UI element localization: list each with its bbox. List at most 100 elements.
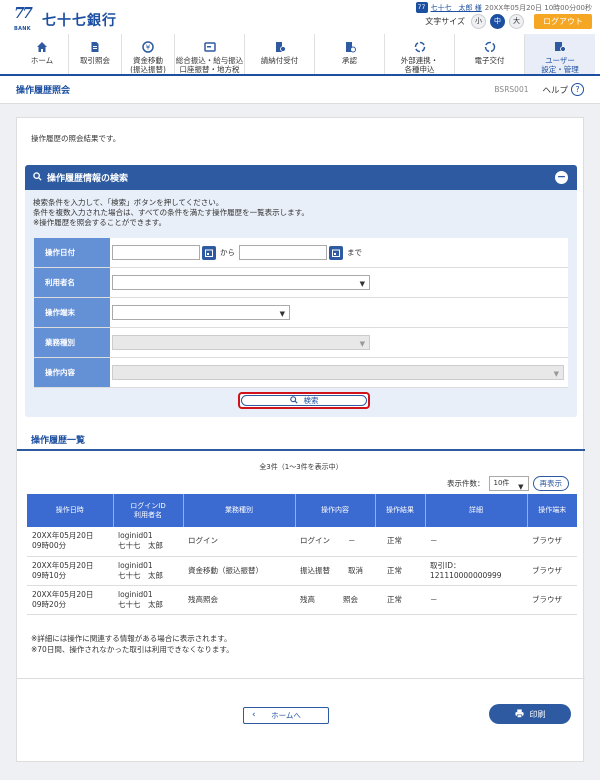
nav-e-delivery[interactable]: 電子交付	[455, 34, 525, 74]
to-label: まで	[347, 248, 362, 257]
logout-button[interactable]: ログアウト	[534, 14, 592, 29]
terminal-label: 操作端末	[34, 298, 110, 327]
font-size-controls: 文字サイズ 小 中 大 ログアウト	[425, 14, 592, 29]
bank-small-icon: 77	[415, 2, 428, 13]
table-row: 20XX年05月20日 09時00分 loginid01 七十七 太郎 ログイン ロ…	[27, 527, 577, 557]
search-form: 操作日付 から まで 利用者名 ▼ 操作端末 ▼ 業務種別 ▼ 操作内容 ▼	[34, 238, 568, 388]
nav-external-link[interactable]: 外部連携・ 各種申込	[385, 34, 455, 74]
dropdown-arrow-icon: ▼	[553, 370, 559, 378]
user-info: 77 七十七 太郎 様 20XX年05月20日 10時00分00秒	[415, 2, 592, 13]
page-title: 操作履歴照会	[16, 86, 71, 96]
svg-text:¥: ¥	[146, 43, 151, 51]
col-detail: 詳細	[425, 494, 528, 527]
table-row: 20XX年05月20日 09時20分 loginid01 七十七 太郎 残高照会 残…	[27, 585, 577, 615]
col-terminal: 操作端末	[527, 494, 577, 527]
business-row: 業務種別 ▼	[34, 328, 568, 358]
calendar-icon[interactable]	[329, 245, 343, 260]
search-panel-header[interactable]: 操作履歴情報の検索 −	[25, 165, 577, 190]
nav-bulk-payment[interactable]: 総合振込・給与振込 口座振替・地方税	[175, 34, 245, 74]
date-from-input[interactable]	[112, 245, 200, 260]
print-button[interactable]: 印刷	[489, 704, 571, 724]
col-login: ログインID 利用者名	[113, 494, 184, 527]
page-size-control: 表示件数： 10件 ▼ 再表示	[447, 476, 569, 491]
approve-icon	[343, 40, 356, 53]
dropdown-arrow-icon: ▼	[518, 483, 524, 491]
home-button[interactable]: ‹ ホームへ	[243, 707, 329, 724]
logo-text: 七十七銀行	[42, 13, 117, 29]
divider	[17, 678, 585, 679]
history-table: 操作日時 ログインID 利用者名 業務種別 操作内容 操作結果 詳細 操作端末 2…	[27, 494, 577, 615]
user-label: 利用者名	[34, 268, 110, 297]
home-icon	[36, 40, 49, 53]
page-header: 操作履歴照会 BSRS001 ヘルプ ?	[0, 76, 600, 104]
font-small-button[interactable]: 小	[471, 14, 486, 29]
cycle-icon	[483, 40, 496, 53]
divider	[17, 449, 585, 451]
chevron-left-icon: ‹	[252, 710, 256, 720]
help-link[interactable]: ヘルプ ?	[542, 83, 584, 96]
search-icon	[33, 171, 42, 184]
result-count: 全3件（1〜3件を表示中）	[259, 463, 343, 471]
date-label: 操作日付	[34, 238, 110, 267]
help-icon: ?	[571, 83, 584, 96]
nav-user-settings[interactable]: ユーザー 設定・管理	[525, 34, 595, 74]
col-operation: 操作内容	[295, 494, 376, 527]
table-row: 20XX年05月20日 09時10分 loginid01 七十七 太郎 資金移動（振…	[27, 556, 577, 586]
operation-label: 操作内容	[34, 358, 110, 387]
business-label: 業務種別	[34, 328, 110, 357]
business-select: ▼	[112, 335, 370, 350]
dropdown-arrow-icon: ▼	[359, 280, 365, 288]
header: 77 BANK 七十七銀行 77 七十七 太郎 様 20XX年05月20日 10…	[0, 0, 600, 34]
page-size-select[interactable]: 10件 ▼	[488, 476, 529, 491]
redisplay-button[interactable]: 再表示	[532, 476, 569, 491]
date-row: 操作日付 から まで	[34, 238, 568, 268]
user-name-link[interactable]: 七十七 太郎 様	[431, 3, 482, 13]
user-select[interactable]: ▼	[112, 275, 370, 290]
logo-mark: 77 BANK	[14, 4, 33, 33]
collapse-icon[interactable]: −	[555, 171, 568, 184]
bank-logo[interactable]: 77 BANK 七十七銀行	[14, 4, 117, 33]
last-login: 20XX年05月20日 10時00分00秒	[484, 3, 592, 12]
user-settings-icon	[554, 40, 567, 53]
from-label: から	[220, 248, 235, 257]
nav-home[interactable]: ホーム	[16, 34, 69, 74]
col-result: 操作結果	[375, 494, 426, 527]
result-message: 操作履歴の照会結果です。	[31, 134, 121, 143]
search-panel-title: 操作履歴情報の検索	[47, 174, 129, 184]
document-icon	[89, 40, 102, 53]
nav-approval[interactable]: 承認	[315, 34, 385, 74]
operation-row: 操作内容 ▼	[34, 358, 568, 388]
search-instructions: 検索条件を入力して、「検索」ボタンを押してください。 条件を複数入力された場合は…	[33, 198, 309, 227]
search-button[interactable]: 検索	[238, 392, 370, 409]
font-large-button[interactable]: 大	[509, 14, 524, 29]
dropdown-arrow-icon: ▼	[279, 310, 285, 318]
list-title: 操作履歴一覧	[31, 436, 86, 446]
date-to-input[interactable]	[239, 245, 327, 260]
payment-icon	[203, 40, 216, 53]
col-business: 業務種別	[183, 494, 296, 527]
col-datetime: 操作日時	[27, 494, 114, 527]
screen-code: BSRS001	[494, 85, 529, 94]
font-medium-button[interactable]: 中	[490, 14, 505, 29]
main-nav: ホーム 取引照会 ¥ 資金移動 (振込振替) 総合振込・給与振込 口座振替・地方税 …	[0, 34, 600, 76]
search-panel: 操作履歴情報の検索 − 検索条件を入力して、「検索」ボタンを押してください。 条…	[25, 165, 577, 417]
notes: ※詳細には操作に関連する情報がある場合に表示されます。 ※70日間、操作されなか…	[31, 634, 234, 654]
printer-icon	[514, 708, 524, 720]
terminal-row: 操作端末 ▼	[34, 298, 568, 328]
font-size-label: 文字サイズ	[425, 17, 465, 26]
operation-select: ▼	[112, 365, 564, 380]
nav-inquiry[interactable]: 取引照会	[69, 34, 122, 74]
page-size-label: 表示件数：	[447, 479, 485, 488]
link-icon	[413, 40, 426, 53]
terminal-select[interactable]: ▼	[112, 305, 290, 320]
user-row: 利用者名 ▼	[34, 268, 568, 298]
nav-transfer[interactable]: ¥ 資金移動 (振込振替)	[122, 34, 175, 74]
nav-tax-payment[interactable]: 請納付受付	[245, 34, 315, 74]
main-content: 操作履歴の照会結果です。 操作履歴情報の検索 − 検索条件を入力して、「検索」ボ…	[16, 117, 585, 762]
transfer-icon: ¥	[142, 40, 155, 53]
table-header-row: 操作日時 ログインID 利用者名 業務種別 操作内容 操作結果 詳細 操作端末	[27, 494, 577, 527]
tax-icon	[273, 40, 286, 53]
calendar-icon[interactable]	[202, 245, 216, 260]
search-icon	[289, 395, 298, 406]
dropdown-arrow-icon: ▼	[359, 340, 365, 348]
